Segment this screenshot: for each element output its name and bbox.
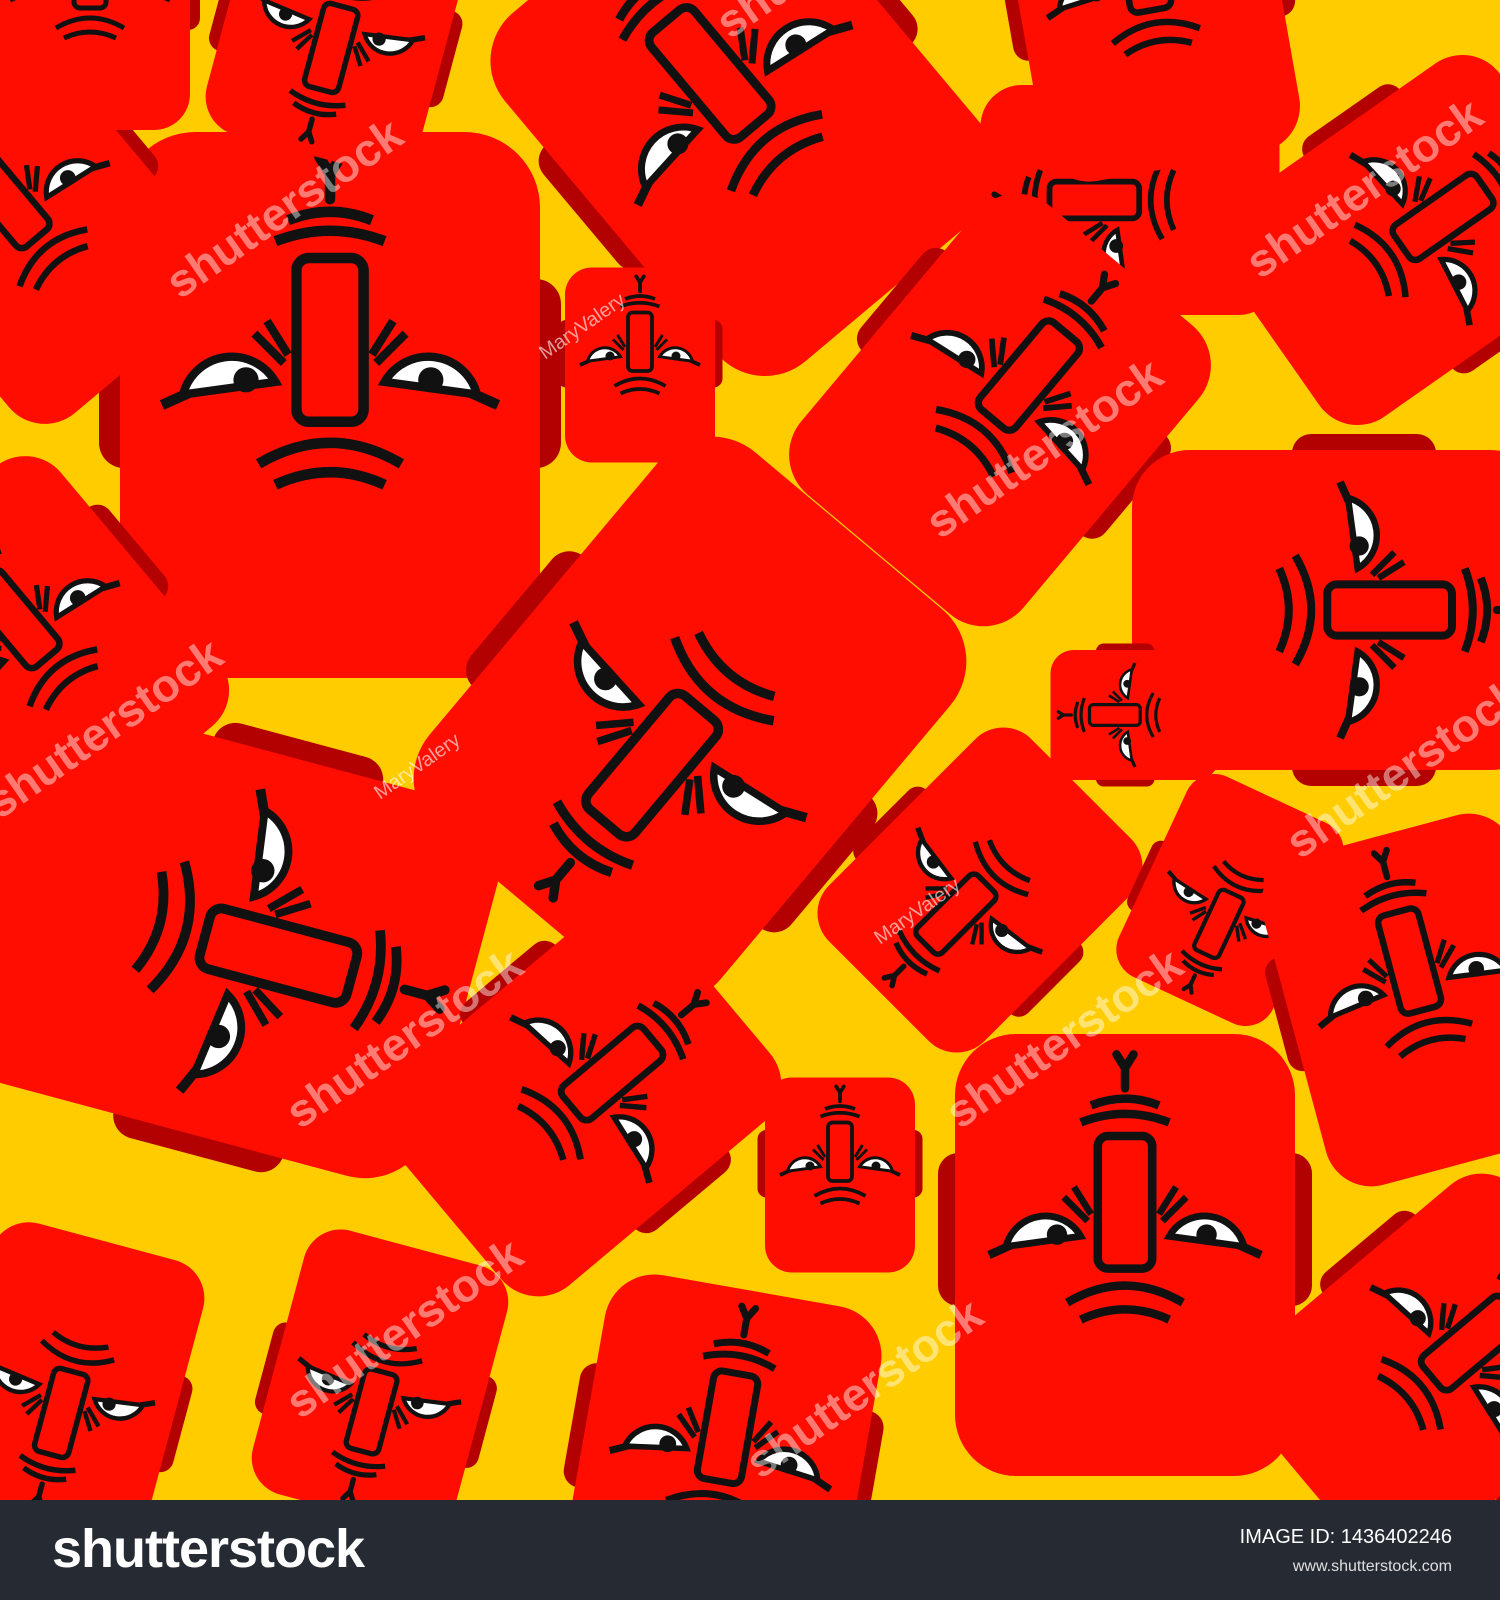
- angry-face: [0, 0, 200, 130]
- image-id-label: IMAGE ID: 1436402246: [1239, 1526, 1452, 1548]
- angry-face: [1048, 641, 1222, 789]
- angry-face: [555, 265, 725, 465]
- angry-faces-pattern: shutterstockshutterstockshutterstockshut…: [0, 0, 1500, 1500]
- footer-url: www.shutterstock.com: [1292, 1558, 1452, 1575]
- angry-face: [755, 1075, 925, 1275]
- footer-logo: shutterstock: [52, 1519, 365, 1579]
- angry-face: [0, 1211, 224, 1500]
- stock-footer-bar: shutterstock IMAGE ID: 1436402246 www.sh…: [0, 1500, 1500, 1600]
- pattern-area: shutterstock shutterstock shutterstock shut…: [0, 0, 1500, 1500]
